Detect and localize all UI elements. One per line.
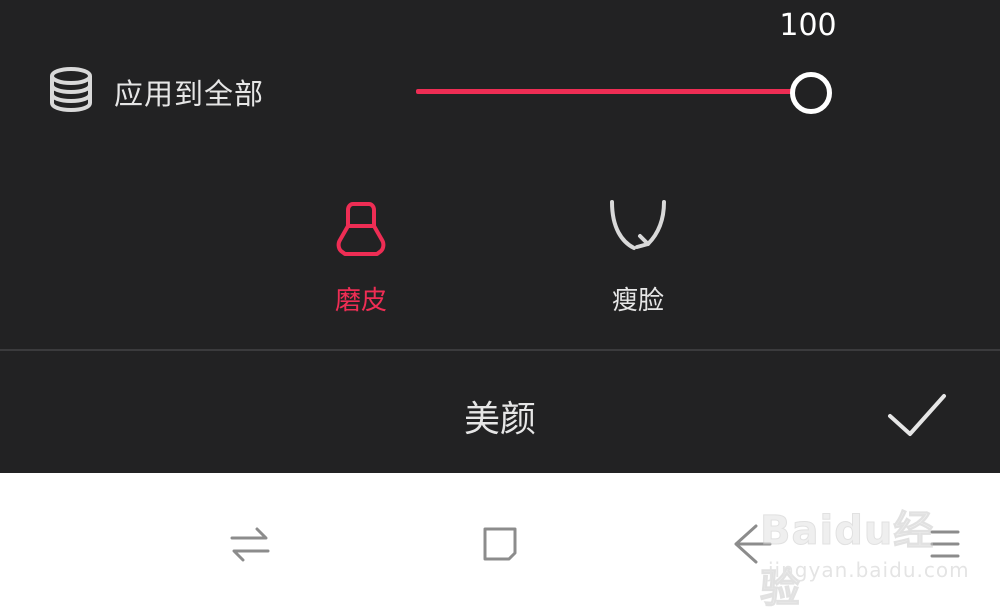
tool-label-face-slim: 瘦脸 [611, 286, 664, 316]
tool-face-slim[interactable]: 瘦脸 [578, 196, 698, 317]
slider-thumb[interactable] [790, 72, 832, 114]
beauty-editor-panel: 应用到全部 100 磨皮 瘦脸 美颜 [0, 0, 1000, 473]
layers-stack-icon [50, 67, 92, 113]
square-icon [483, 527, 517, 561]
baidu-jingyan-watermark: Baidu经验 jingyan.baidu.com [760, 496, 969, 613]
confirm-button[interactable] [882, 390, 952, 440]
divider [0, 349, 1000, 351]
face-slim-icon [610, 200, 666, 250]
check-icon [888, 394, 946, 436]
slider-value-label: 100 [779, 8, 837, 43]
apply-to-all-label: 应用到全部 [114, 77, 265, 111]
slider-track[interactable] [416, 89, 812, 94]
nav-home-button[interactable] [470, 519, 530, 569]
watermark-url: jingyan.baidu.com [768, 558, 970, 582]
tool-skin-smooth[interactable]: 磨皮 [301, 196, 421, 317]
nav-switch-button[interactable] [220, 519, 280, 569]
skin-smooth-icon [336, 202, 386, 256]
watermark-logo: Baidu经验 [760, 508, 935, 613]
tool-label-skin-smooth: 磨皮 [334, 286, 387, 316]
intensity-slider[interactable] [416, 72, 836, 114]
apply-to-all-button[interactable]: 应用到全部 [48, 64, 264, 120]
bottom-bar-title: 美颜 [463, 399, 536, 440]
swap-arrows-icon [230, 527, 270, 562]
